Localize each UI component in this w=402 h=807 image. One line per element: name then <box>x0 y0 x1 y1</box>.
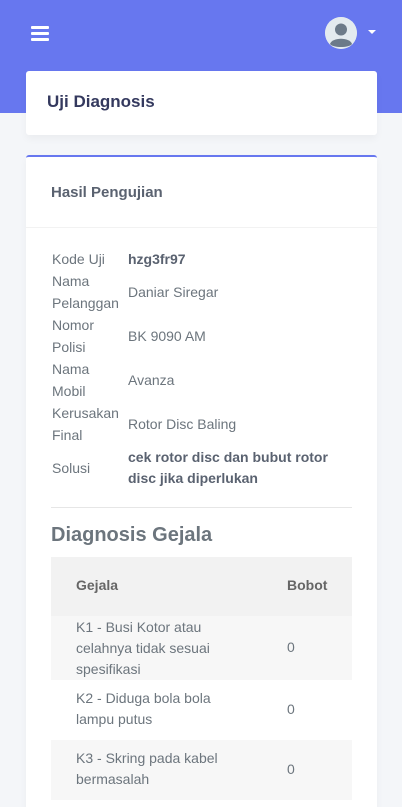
diagnosis-title: Diagnosis Gejala <box>51 524 213 546</box>
info-label: Solusi <box>52 460 91 476</box>
info-label: Nomor Polisi <box>52 317 95 355</box>
column-header-gejala: Gejala <box>76 577 119 593</box>
info-label: Nama Mobil <box>52 361 90 399</box>
caret-down-icon[interactable] <box>368 30 376 34</box>
info-value: cek rotor disc dan bubut rotor disc jika… <box>128 449 328 486</box>
cell-bobot: 0 <box>287 701 295 717</box>
cell-bobot: 0 <box>287 761 295 777</box>
info-label: Nama Pelanggan <box>52 273 119 311</box>
info-value: Rotor Disc Baling <box>128 416 237 432</box>
result-card-header: Hasil Pengujian <box>26 157 377 228</box>
info-value: Daniar Siregar <box>128 284 219 300</box>
info-value: BK 9090 AM <box>128 328 206 344</box>
page-title: Uji Diagnosis <box>47 92 155 111</box>
cell-gejala: K3 - Skring pada kabel bermasalah <box>76 750 218 787</box>
section-divider <box>51 507 352 508</box>
table-row: K1 - Busi Kotor atau celahnya tidak sesu… <box>51 616 352 680</box>
info-value: Avanza <box>128 372 175 388</box>
user-avatar-icon[interactable] <box>325 17 357 49</box>
cell-bobot: 0 <box>287 639 295 655</box>
cell-gejala: K2 - Diduga bola bola lampu putus <box>76 690 211 727</box>
table-row: K2 - Diduga bola bola lampu putus 0 <box>51 680 352 740</box>
cell-gejala: K1 - Busi Kotor atau celahnya tidak sesu… <box>76 619 210 677</box>
table-header: Gejala Bobot <box>51 557 352 616</box>
info-label: Kode Uji <box>52 251 105 267</box>
result-card: Hasil Pengujian Kode Uji hzg3fr97 Nama P… <box>26 155 377 807</box>
info-label: Kerusakan Final <box>52 405 119 443</box>
table-row: K3 - Skring pada kabel bermasalah 0 <box>51 740 352 800</box>
result-card-title: Hasil Pengujian <box>51 184 163 201</box>
hamburger-icon[interactable] <box>31 26 49 41</box>
info-value: hzg3fr97 <box>128 251 186 267</box>
column-header-bobot: Bobot <box>287 577 328 593</box>
page-title-card: Uji Diagnosis <box>26 71 377 135</box>
